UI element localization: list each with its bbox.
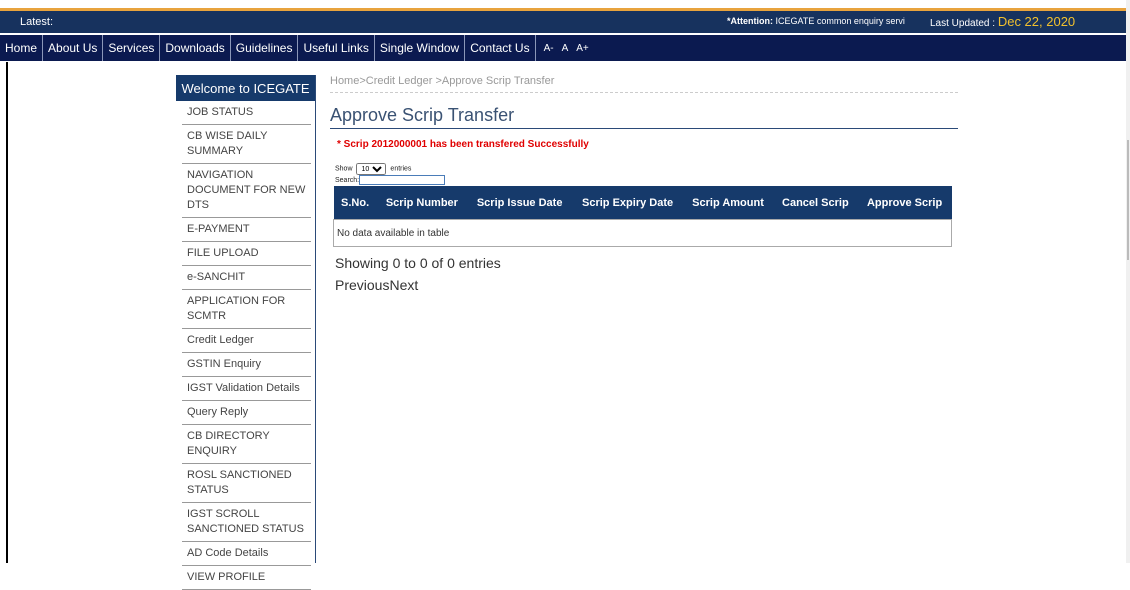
nav-guidelines[interactable]: Guidelines: [231, 35, 299, 61]
attention-prefix: *Attention:: [727, 16, 773, 26]
latest-label: Latest:: [20, 16, 54, 28]
font-reset-button[interactable]: A: [562, 43, 569, 54]
nav-downloads[interactable]: Downloads: [160, 35, 231, 61]
last-updated-date: Dec 22, 2020: [997, 14, 1076, 29]
nav-about-us[interactable]: About Us: [43, 35, 104, 61]
sidebar: Welcome to ICEGATE JOB STATUS CB WISE DA…: [176, 75, 316, 590]
col-scrip-number[interactable]: Scrip Number: [376, 186, 468, 220]
entries-label: entries: [390, 165, 412, 173]
font-size-controls: A- A A+: [544, 43, 597, 54]
col-cancel-scrip[interactable]: Cancel Scrip: [773, 186, 858, 220]
page-size-row: Show 10 entries: [335, 163, 958, 175]
nav-useful-links[interactable]: Useful Links: [298, 35, 375, 61]
table-header-row: S.No. Scrip Number Scrip Issue Date Scri…: [333, 186, 952, 220]
left-border-line: [6, 62, 8, 563]
main-content: Home>Credit Ledger >Approve Scrip Transf…: [330, 75, 958, 293]
col-sno[interactable]: S.No.: [333, 186, 377, 220]
search-label: Search:: [335, 176, 360, 184]
sidebar-item-igst-scroll[interactable]: IGST SCROLL SANCTIONED STATUS: [182, 503, 311, 542]
nav-services[interactable]: Services: [103, 35, 161, 61]
sidebar-item-rosl-sanctioned[interactable]: ROSL SANCTIONED STATUS: [182, 464, 311, 503]
col-approve-scrip[interactable]: Approve Scrip: [857, 186, 952, 220]
sidebar-item-file-upload[interactable]: FILE UPLOAD: [182, 242, 311, 266]
font-decrease-button[interactable]: A-: [544, 43, 554, 54]
search-input[interactable]: [359, 175, 446, 185]
nav-home[interactable]: Home: [0, 35, 44, 61]
sidebar-item-cb-directory[interactable]: CB DIRECTORY ENQUIRY: [182, 425, 311, 464]
scrip-table: S.No. Scrip Number Scrip Issue Date Scri…: [333, 186, 952, 247]
sidebar-item-query-reply[interactable]: Query Reply: [182, 401, 311, 425]
attention-text: ICEGATE common enquiry servic: [773, 16, 906, 26]
search-row: Search:: [335, 175, 958, 185]
font-increase-button[interactable]: A+: [576, 43, 589, 54]
sidebar-item-application-scmtr[interactable]: APPLICATION FOR SCMTR: [182, 290, 311, 329]
sidebar-item-navigation-document[interactable]: NAVIGATION DOCUMENT FOR NEW DTS: [182, 164, 311, 218]
scrollbar-track[interactable]: [1126, 0, 1130, 563]
table-info: Showing 0 to 0 of 0 entries: [335, 255, 501, 271]
next-button[interactable]: Next: [389, 277, 418, 293]
nav-single-window[interactable]: Single Window: [375, 35, 466, 61]
sidebar-item-ad-code[interactable]: AD Code Details: [182, 542, 311, 566]
sidebar-item-credit-ledger[interactable]: Credit Ledger: [182, 329, 311, 353]
show-label: Show: [335, 165, 353, 173]
page-title: Approve Scrip Transfer: [330, 105, 958, 129]
col-scrip-amount[interactable]: Scrip Amount: [683, 186, 774, 220]
breadcrumb: Home>Credit Ledger >Approve Scrip Transf…: [330, 75, 958, 93]
sidebar-item-e-payment[interactable]: E-PAYMENT: [182, 218, 311, 242]
sidebar-item-cb-wise-daily-summary[interactable]: CB WISE DAILY SUMMARY: [182, 125, 311, 164]
table-row: No data available in table: [333, 219, 952, 247]
latest-bar: Latest: *Attention: ICEGATE common enqui…: [0, 11, 1127, 33]
main-nav: Home About Us Services Downloads Guideli…: [0, 35, 1127, 61]
attention-marquee[interactable]: *Attention: ICEGATE common enquiry servi…: [727, 16, 905, 26]
scrollbar-thumb[interactable]: [1127, 140, 1129, 260]
previous-button[interactable]: Previous: [335, 277, 389, 293]
sidebar-item-job-status[interactable]: JOB STATUS: [182, 101, 311, 125]
nav-contact-us[interactable]: Contact Us: [465, 35, 536, 61]
table-controls: Show 10 entries Search:: [335, 163, 958, 185]
last-updated: Last Updated : Dec 22, 2020: [930, 14, 1075, 29]
success-message: * Scrip 2012000001 has been transfered S…: [337, 139, 589, 150]
sidebar-item-gstin-enquiry[interactable]: GSTIN Enquiry: [182, 353, 311, 377]
last-updated-label: Last Updated :: [930, 18, 998, 29]
page-size-select[interactable]: 10: [356, 163, 387, 175]
empty-table-message: No data available in table: [333, 219, 952, 247]
sidebar-item-view-profile[interactable]: VIEW PROFILE: [182, 566, 311, 590]
col-scrip-issue-date[interactable]: Scrip Issue Date: [467, 186, 573, 220]
pagination: PreviousNext: [335, 277, 958, 293]
col-scrip-expiry-date[interactable]: Scrip Expiry Date: [572, 186, 684, 220]
sidebar-header: Welcome to ICEGATE: [176, 75, 315, 101]
sidebar-item-igst-validation[interactable]: IGST Validation Details: [182, 377, 311, 401]
sidebar-item-e-sanchit[interactable]: e-SANCHIT: [182, 266, 311, 290]
